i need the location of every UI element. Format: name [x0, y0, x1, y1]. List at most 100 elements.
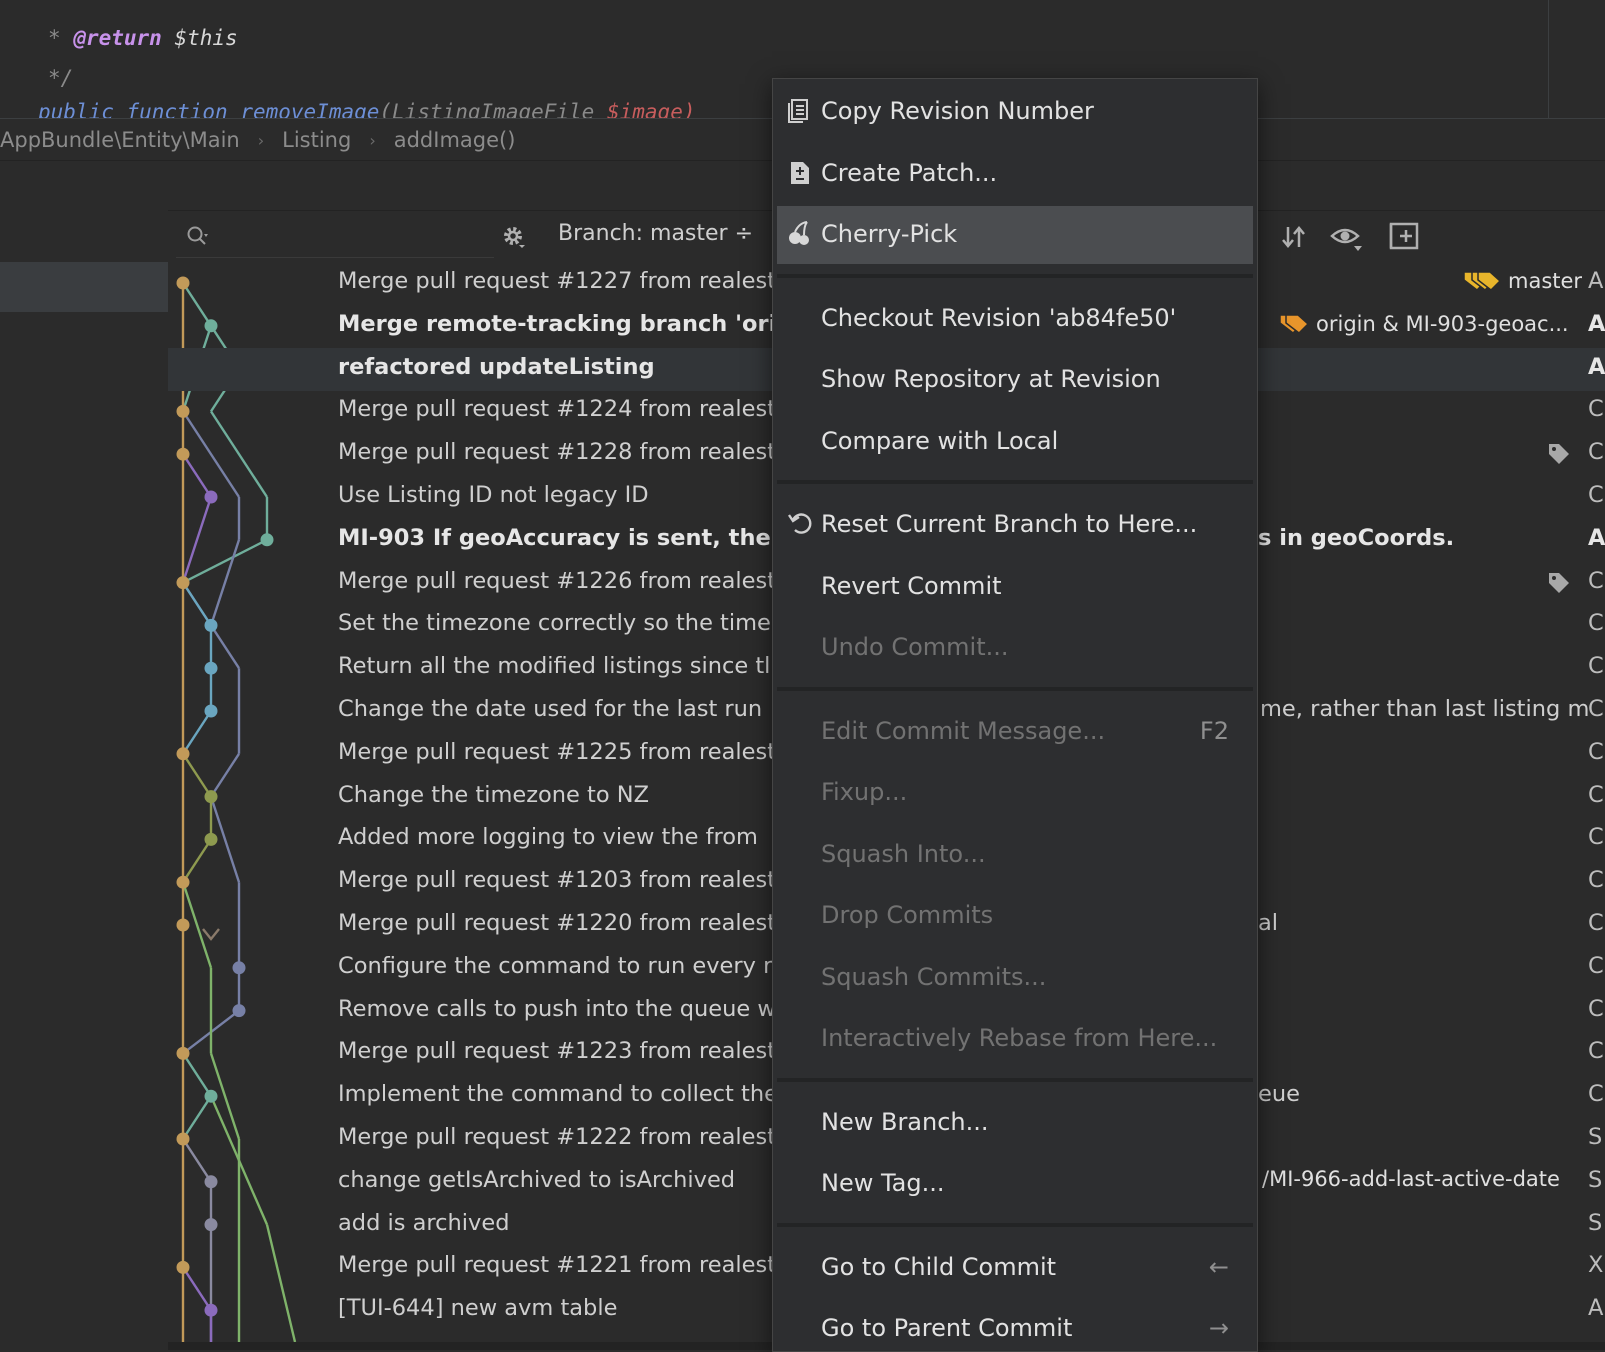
commit-author: C: [1588, 567, 1604, 594]
commit-author: C: [1588, 482, 1604, 508]
branches-panel-selection[interactable]: [0, 262, 168, 312]
menu-item-label: Go to Child Commit: [821, 1252, 1057, 1281]
commit-author: S: [1588, 1166, 1603, 1193]
menu-item-checkout-revision-ab84fe50[interactable]: Checkout Revision 'ab84fe50': [777, 290, 1253, 348]
commit-message: Merge pull request #1226 from realest: [338, 567, 777, 594]
menu-separator: [777, 1077, 1253, 1082]
commit-message: Merge pull request #1220 from realest: [338, 910, 777, 936]
menu-item-label: Undo Commit...: [821, 633, 1009, 661]
branch-label: /MI-966-add-last-active-date: [1262, 1167, 1560, 1191]
menu-item-drop-commits: Drop Commits: [777, 887, 1253, 945]
code-line: *: [48, 0, 61, 10]
menu-item-revert-commit[interactable]: Revert Commit: [777, 558, 1253, 616]
tag-icon: [1549, 572, 1569, 593]
commit-author: C: [1588, 738, 1604, 765]
search-icon[interactable]: [186, 225, 210, 249]
sort-icon[interactable]: [1280, 223, 1308, 251]
menu-item-shortcut: F2: [1199, 716, 1229, 745]
tag-icon: [1549, 444, 1569, 465]
menu-item-label: New Tag...: [821, 1169, 945, 1197]
commit-message: add is archived: [338, 1209, 510, 1236]
menu-item-label: Copy Revision Number: [821, 97, 1094, 125]
commit-author: S: [1588, 1124, 1603, 1150]
tag-icon: [1463, 271, 1502, 291]
branch-label-text: origin & MI-903-geoac...: [1316, 311, 1569, 336]
commit-author: C: [1588, 824, 1604, 851]
menu-item-go-to-parent-commit[interactable]: Go to Parent Commit →: [777, 1300, 1253, 1351]
menu-item-new-tag[interactable]: New Tag...: [777, 1155, 1253, 1213]
menu-separator: [777, 273, 1253, 278]
commit-message: Implement the command to collect the: [338, 1081, 778, 1108]
commit-message: Merge pull request #1228 from realest: [338, 439, 777, 466]
menu-item-label: Checkout Revision 'ab84fe50': [821, 303, 1177, 332]
menu-item-compare-with-local[interactable]: Compare with Local: [777, 413, 1253, 471]
commit-message: Use Listing ID not legacy ID: [338, 482, 649, 508]
commit-message-tail: s in geoCoords.: [1258, 524, 1455, 551]
commit-author: A: [1588, 310, 1605, 337]
menu-item-copy-revision-number[interactable]: Copy Revision Number: [777, 83, 1253, 141]
eye-icon[interactable]: [1330, 223, 1364, 253]
copy-icon: [788, 99, 808, 123]
commit-message: MI-903 If geoAccuracy is sent, then: [338, 524, 787, 551]
commit-author: C: [1588, 1081, 1604, 1108]
menu-item-label: Fixup...: [821, 778, 908, 806]
menu-item-cherry-pick[interactable]: Cherry-Pick: [777, 206, 1253, 264]
commit-message: refactored updateListing: [338, 353, 655, 380]
commit-author: C: [1588, 867, 1604, 894]
commit-message: Merge pull request #1221 from realesta: [338, 1252, 790, 1279]
commit-message: Merge pull request #1227 from realest: [338, 268, 777, 294]
commit-message: Configure the command to run every r: [338, 952, 773, 979]
commit-message: Return all the modified listings since t…: [338, 653, 771, 680]
breadcrumb-item[interactable]: addImage(): [394, 128, 516, 152]
commit-message-tail: me, rather than last listing m: [1260, 696, 1590, 722]
commit-message: Change the timezone to NZ: [338, 781, 650, 808]
code-line: * @return $this: [48, 26, 238, 50]
commit-message: Merge remote-tracking branch 'orig: [338, 310, 793, 337]
menu-item-go-to-child-commit[interactable]: Go to Child Commit ←: [777, 1239, 1253, 1297]
menu-item-label: Squash Into...: [821, 839, 986, 868]
menu-item-label: Squash Commits...: [821, 962, 1047, 991]
commit-message: Merge pull request #1222 from realest: [338, 1124, 777, 1150]
breadcrumb-item[interactable]: AppBundle\Entity\Main: [0, 128, 240, 152]
commit-message: Merge pull request #1203 from realest: [338, 867, 777, 894]
menu-item-create-patch[interactable]: Create Patch...: [777, 145, 1253, 203]
menu-separator: [777, 686, 1253, 691]
commit-author: C: [1588, 653, 1604, 680]
search-input[interactable]: [176, 217, 494, 258]
menu-item-label: Drop Commits: [821, 901, 994, 929]
menu-separator: [777, 480, 1253, 484]
commit-message: change getIsArchived to isArchived: [338, 1166, 736, 1193]
branch-filter-dropdown[interactable]: Branch: master ÷: [558, 221, 753, 246]
branches-panel[interactable]: [0, 210, 169, 1350]
menu-item-new-branch[interactable]: New Branch...: [777, 1094, 1253, 1152]
commit-author: X: [1588, 1252, 1604, 1279]
commit-author: A: [1588, 268, 1604, 294]
commit-author: C: [1588, 781, 1604, 808]
commit-message: Change the date used for the last run: [338, 696, 763, 722]
menu-item-label: Compare with Local: [821, 426, 1059, 455]
menu-item-show-repository-at-revision[interactable]: Show Repository at Revision: [777, 351, 1253, 409]
commit-message: Merge pull request #1223 from realest: [338, 1038, 777, 1065]
menu-item-reset-current-branch-to-here[interactable]: Reset Current Branch to Here...: [777, 496, 1253, 554]
undo-icon: [788, 513, 812, 534]
code-line: public function removeImage(ListingImage…: [38, 100, 696, 118]
gear-icon[interactable]: [500, 223, 526, 249]
menu-item-edit-commit-message: Edit Commit Message... F2: [777, 703, 1253, 761]
menu-item-label: Reset Current Branch to Here...: [821, 510, 1198, 538]
commit-message: Merge pull request #1225 from realest: [338, 738, 777, 765]
menu-item-shortcut: →: [1208, 1314, 1229, 1342]
commit-author: A: [1588, 1295, 1604, 1322]
menu-item-fixup: Fixup...: [777, 764, 1253, 822]
commit-author: C: [1588, 439, 1604, 466]
commit-author: C: [1588, 995, 1604, 1022]
menu-item-label: Go to Parent Commit: [821, 1314, 1073, 1342]
branch-label-text: /MI-966-add-last-active-date: [1262, 1166, 1560, 1191]
open-new-tab-icon[interactable]: [1388, 221, 1420, 251]
context-menu[interactable]: Copy Revision Number Create Patch... Cherr…: [772, 78, 1258, 1352]
breadcrumb-separator: ›: [257, 130, 265, 150]
commit-message: Merge pull request #1224 from realest: [338, 396, 777, 423]
branch-label-text: master: [1508, 269, 1583, 293]
commit-message: [TUI-644] new avm table: [338, 1295, 618, 1322]
commit-message: Set the timezone correctly so the time: [338, 610, 771, 637]
breadcrumb-item[interactable]: Listing: [282, 128, 351, 152]
